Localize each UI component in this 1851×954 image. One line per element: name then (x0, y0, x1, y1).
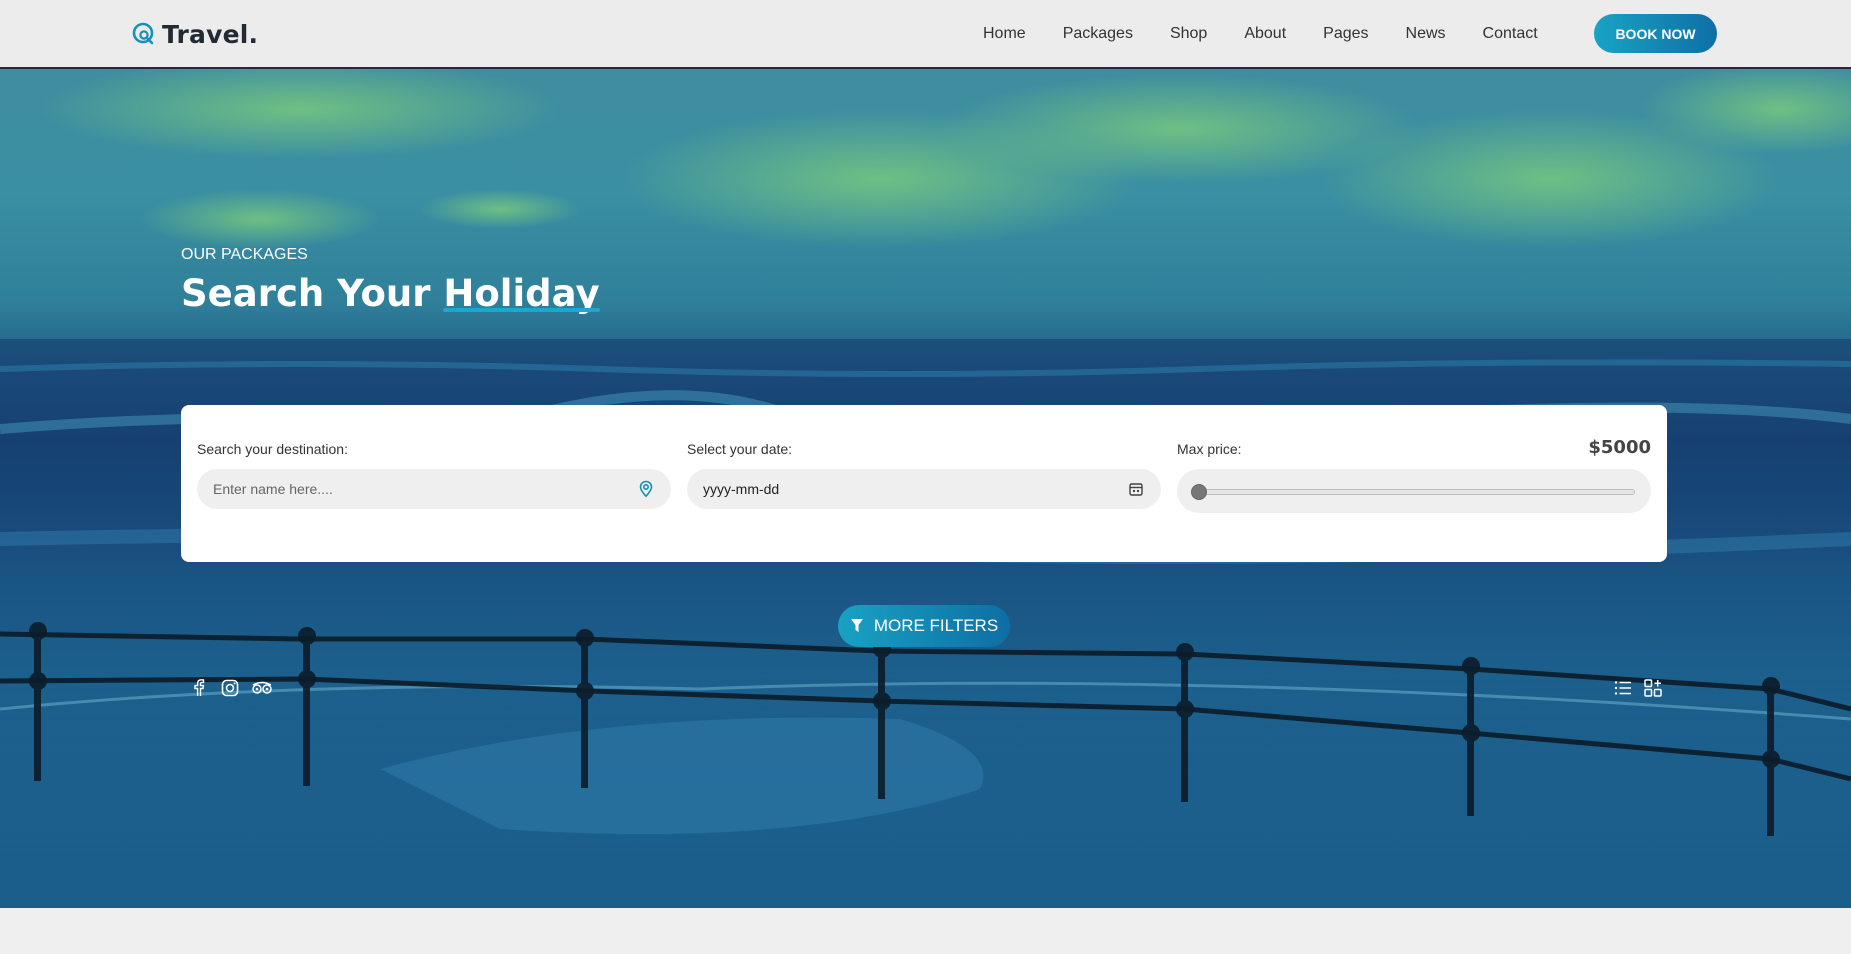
destination-label: Search your destination: (197, 441, 348, 457)
tripadvisor-icon[interactable] (251, 678, 272, 698)
site-header: Travel. Home Packages Shop About Pages N… (0, 0, 1851, 69)
book-now-button[interactable]: BOOK NOW (1594, 14, 1717, 53)
nav-contact[interactable]: Contact (1483, 25, 1538, 43)
hero-eyebrow: OUR PACKAGES (181, 246, 308, 263)
hero-title: Search Your Holiday (181, 272, 600, 315)
search-card: Search your destination: Select your dat… (181, 405, 1667, 562)
max-price-label: Max price: (1177, 441, 1242, 457)
calendar-icon[interactable] (1127, 480, 1145, 498)
date-label: Select your date: (687, 441, 793, 457)
more-filters-label: MORE FILTERS (873, 616, 999, 635)
list-view-icon[interactable] (1613, 678, 1633, 698)
destination-input[interactable] (213, 481, 637, 497)
max-price-value: $5000 (1588, 437, 1651, 458)
view-toggle (1613, 678, 1663, 698)
logo[interactable]: Travel. (132, 18, 258, 50)
more-filters-button[interactable]: MORE FILTERS (838, 605, 1010, 647)
filter-icon (850, 619, 863, 632)
slider-thumb[interactable] (1191, 484, 1207, 500)
location-pin-icon (639, 480, 653, 498)
nav-about[interactable]: About (1244, 25, 1286, 43)
logo-icon (132, 22, 154, 45)
logo-text: Travel. (162, 19, 259, 49)
hero-title-prefix: Search Your (181, 272, 431, 315)
destination-field (197, 469, 671, 509)
nav-news[interactable]: News (1406, 25, 1446, 43)
slider-track[interactable] (1195, 489, 1635, 495)
date-input[interactable] (703, 481, 1127, 497)
instagram-icon[interactable] (220, 678, 240, 698)
date-field (687, 469, 1161, 509)
nav-pages[interactable]: Pages (1323, 25, 1368, 43)
nav-home[interactable]: Home (983, 25, 1026, 43)
nav-shop[interactable]: Shop (1170, 25, 1207, 43)
facebook-icon[interactable] (189, 678, 209, 698)
grid-view-icon[interactable] (1643, 678, 1663, 698)
hero-title-highlight: Holiday (443, 272, 600, 315)
main-nav: Home Packages Shop About Pages News Cont… (983, 0, 1575, 67)
social-links (189, 678, 272, 698)
max-price-slider[interactable] (1177, 469, 1651, 513)
nav-packages[interactable]: Packages (1063, 25, 1133, 43)
